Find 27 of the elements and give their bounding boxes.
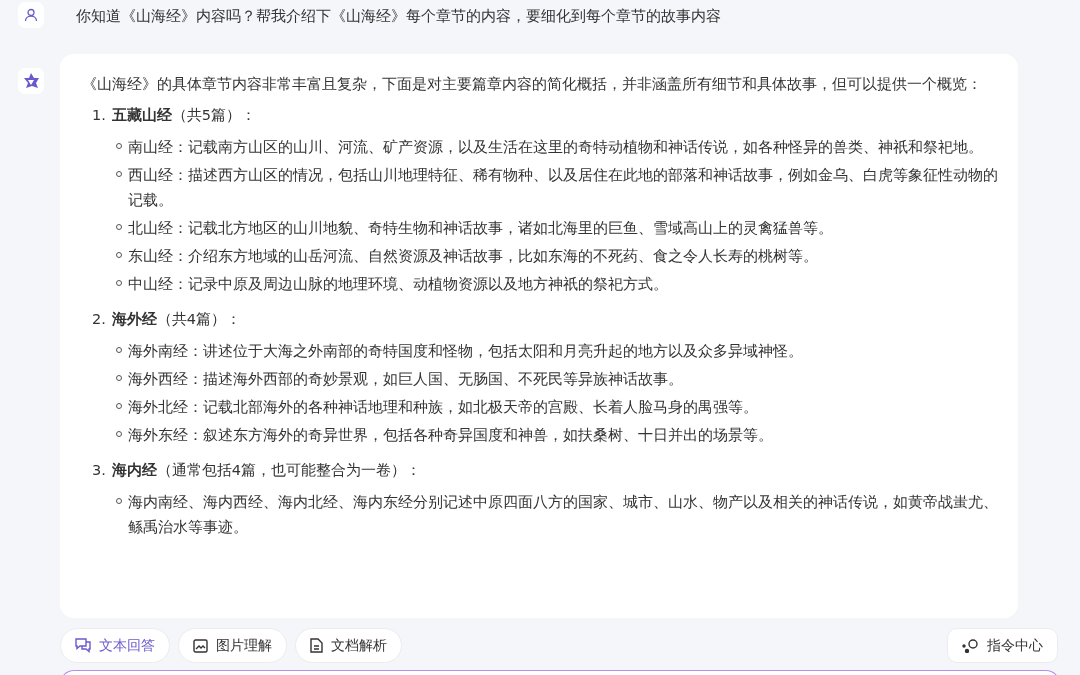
- list-number: 3.: [92, 461, 106, 480]
- document-icon: [310, 638, 323, 653]
- section-heading: 五藏山经（共5篇）：: [111, 106, 257, 125]
- command-center-button[interactable]: 指令中心: [947, 628, 1058, 663]
- list-item: 海外北经：记载北部海外的各种神话地理和种族，如北极天帝的宫殿、长着人脸马身的禺强等。: [128, 398, 758, 417]
- mode-tab[interactable]: 图片理解: [178, 628, 287, 663]
- nodes-icon: [962, 638, 979, 653]
- mode-tab[interactable]: 文档解析: [295, 628, 402, 663]
- list-item: 海外东经：叙述东方海外的奇异世界，包括各种奇异国度和神兽，如扶桑树、十日并出的场景等。: [128, 426, 773, 445]
- list-number: 1.: [92, 106, 106, 125]
- list-item: 海内南经、海内西经、海内北经、海内东经分别记述中原四面八方的国家、城市、山水、物产以及相关的神话传说，如黄帝战蚩尤、鲧禹治水等事迹。: [128, 493, 998, 537]
- list-item: 中山经：记录中原及周边山脉的地理环境、动植物资源以及地方神祇的祭祀方式。: [128, 275, 668, 294]
- list-number: 2.: [92, 310, 106, 329]
- list-item: 海外南经：讲述位于大海之外南部的奇特国度和怪物，包括太阳和月亮升起的地方以及众多异域神怪。: [128, 342, 803, 361]
- chat-icon: [75, 638, 91, 653]
- section-heading: 海内经（通常包括4篇，也可能整合为一卷）：: [111, 461, 422, 480]
- list-item: 北山经：记载北方地区的山川地貌、奇特生物和神话故事，诸如北海里的巨鱼、雪域高山上的灵禽猛兽等。: [128, 219, 833, 238]
- list-item: 西山经：描述西方山区的情况，包括山川地理特征、稀有物种、以及居住在此地的部落和神话故事，例如金乌、白虎等象征性动物的记载。: [128, 166, 998, 210]
- list-item: 南山经：记载南方山区的山川、河流、矿产资源，以及生活在这里的奇特动植物和神话传说，如各种怪异的兽类、神祇和祭祀地。: [128, 138, 983, 157]
- mode-tab[interactable]: 文本回答: [60, 628, 170, 663]
- list-item: 海外西经：描述海外西部的奇妙景观，如巨人国、无肠国、不死民等异族神话故事。: [128, 370, 683, 389]
- section-heading: 海外经（共4篇）：: [111, 310, 242, 329]
- assistant-avatar: [18, 68, 44, 94]
- image-icon: [193, 638, 208, 653]
- list-item: 东山经：介绍东方地域的山岳河流、自然资源及神话故事，比如东海的不死药、食之令人长寿的桃树等。: [128, 247, 818, 266]
- question-text: 你知道《山海经》内容吗？帮我介绍下《山海经》每个章节的内容，要细化到每个章节的故事内容: [76, 7, 721, 26]
- answer-intro: 《山海经》的具体章节内容非常丰富且复杂，下面是对主要篇章内容的简化概括，并非涵盖所有细节和具体故事，但可以提供一个概览：: [82, 75, 983, 94]
